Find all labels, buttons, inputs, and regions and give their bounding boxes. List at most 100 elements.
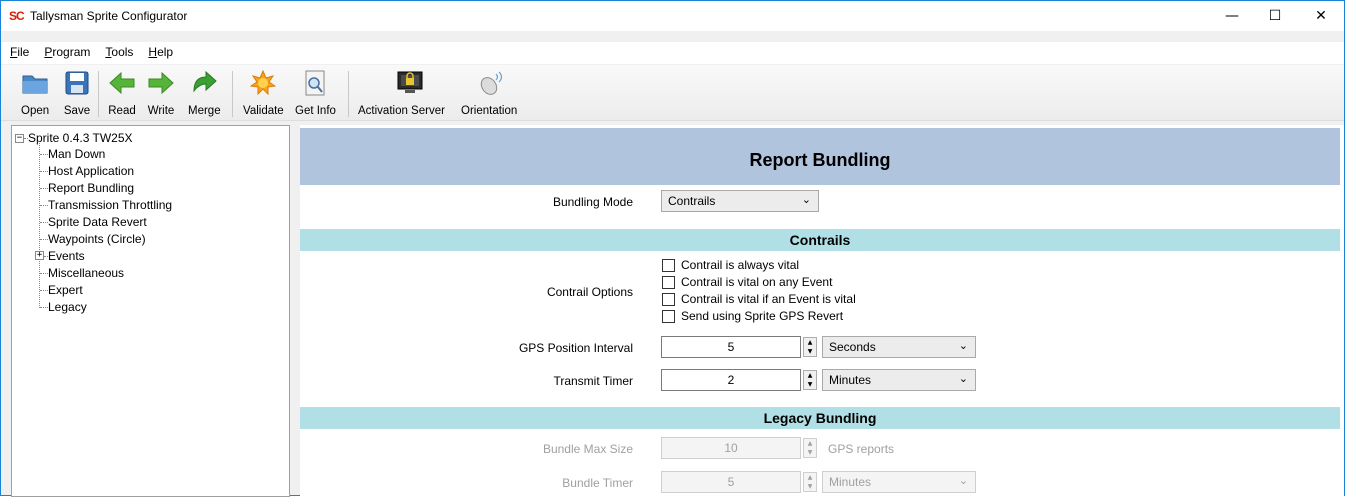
validate-label: Validate <box>243 105 284 117</box>
merge-button[interactable]: Merge <box>188 69 221 119</box>
title-bar[interactable]: SC Tallysman Sprite Configurator — ☐ ✕ <box>1 1 1344 31</box>
bundle-timer-stepper: ▲ ▼ <box>803 472 817 492</box>
read-button[interactable]: Read <box>108 69 136 119</box>
gps-interval-input[interactable]: 5 <box>661 336 801 358</box>
bundle-timer-input: 5 <box>661 471 801 493</box>
save-label: Save <box>63 105 91 117</box>
gps-interval-unit-select[interactable]: Seconds ⌄ <box>822 336 976 358</box>
validate-button[interactable]: Validate <box>243 69 284 119</box>
tree-item-sprite-data-revert[interactable]: Sprite Data Revert <box>48 215 147 229</box>
monitor-lock-icon <box>396 69 424 97</box>
arrow-right-icon <box>147 69 175 97</box>
option-sprite-gps-revert[interactable]: Send using Sprite GPS Revert <box>662 309 843 323</box>
window-title: Tallysman Sprite Configurator <box>30 9 188 23</box>
gps-interval-label: GPS Position Interval <box>518 341 633 355</box>
tree-connector <box>40 290 48 291</box>
navigation-tree[interactable]: − Sprite 0.4.3 TW25X Man Down Host Appli… <box>11 125 290 497</box>
menu-file[interactable]: File <box>1 42 35 64</box>
bundling-mode-value: Contrails <box>668 194 716 208</box>
bundling-mode-label: Bundling Mode <box>552 195 633 209</box>
arrow-left-icon <box>108 69 136 97</box>
maximize-button[interactable]: ☐ <box>1252 1 1298 31</box>
gps-interval-stepper[interactable]: ▲ ▼ <box>803 337 817 357</box>
get-info-button[interactable]: Get Info <box>295 69 336 119</box>
chevron-down-icon: ⌄ <box>958 372 968 385</box>
transmit-timer-stepper[interactable]: ▲ ▼ <box>803 370 817 390</box>
menu-help[interactable]: Help <box>139 42 179 64</box>
option-label: Contrail is always vital <box>681 258 800 272</box>
merge-arrow-icon <box>190 69 218 97</box>
toolbar: Open Save Read Write Merge Validate Get … <box>1 65 1344 121</box>
menu-tools[interactable]: Tools <box>96 42 139 64</box>
close-button[interactable]: ✕ <box>1298 1 1344 31</box>
bundle-max-size-unit: GPS reports <box>828 442 895 456</box>
page-header: Report Bundling <box>300 128 1340 185</box>
menu-program[interactable]: Program <box>35 42 96 64</box>
spin-down-icon[interactable]: ▼ <box>804 380 816 389</box>
bundle-timer-label: Bundle Timer <box>562 476 633 490</box>
tree-root-sprite[interactable]: Sprite 0.4.3 TW25X <box>28 131 133 145</box>
page-title: Report Bundling <box>749 150 891 170</box>
tree-item-legacy[interactable]: Legacy <box>48 300 87 314</box>
app-logo-icon: SC <box>9 9 25 23</box>
tree-connector <box>40 205 48 206</box>
open-button[interactable]: Open <box>21 69 49 119</box>
tree-item-transmission-throttling[interactable]: Transmission Throttling <box>48 198 172 212</box>
section-legacy-bundling: Legacy Bundling <box>300 407 1340 429</box>
transmit-timer-label: Transmit Timer <box>553 374 633 388</box>
app-window: SC Tallysman Sprite Configurator — ☐ ✕ F… <box>0 0 1345 497</box>
tree-item-events[interactable]: Events <box>48 249 85 263</box>
activation-server-button[interactable]: Activation Server <box>358 69 445 119</box>
folder-icon <box>21 69 49 97</box>
spin-down-icon[interactable]: ▼ <box>804 347 816 356</box>
bundle-timer-unit-select: Minutes ⌄ <box>822 471 976 493</box>
tree-connector <box>40 171 48 172</box>
write-label: Write <box>147 105 175 117</box>
write-button[interactable]: Write <box>147 69 175 119</box>
antenna-device-icon <box>475 69 503 97</box>
option-label: Send using Sprite GPS Revert <box>681 309 844 323</box>
minimize-button[interactable]: — <box>1209 1 1255 31</box>
chevron-down-icon: ⌄ <box>801 193 811 206</box>
toolbar-separator <box>232 71 233 117</box>
option-vital-any-event[interactable]: Contrail is vital on any Event <box>662 275 832 289</box>
settings-panel: Report Bundling Bundling Mode Contrails … <box>300 125 1344 497</box>
tree-connector <box>40 154 48 155</box>
transmit-timer-input[interactable]: 2 <box>661 369 801 391</box>
collapse-icon[interactable]: − <box>15 134 24 143</box>
sun-icon <box>249 69 277 97</box>
spin-up-icon[interactable]: ▲ <box>804 338 816 347</box>
bundle-timer-unit-value: Minutes <box>829 475 872 489</box>
tree-item-report-bundling[interactable]: Report Bundling <box>48 181 134 195</box>
tree-connector <box>40 239 48 240</box>
contrail-options-label: Contrail Options <box>546 285 633 299</box>
expand-icon[interactable]: + <box>35 251 44 260</box>
chevron-down-icon: ⌄ <box>958 339 968 352</box>
checkbox-icon[interactable] <box>662 275 675 289</box>
bundle-max-size-stepper: ▲ ▼ <box>803 438 817 458</box>
option-always-vital[interactable]: Contrail is always vital <box>662 258 799 272</box>
read-label: Read <box>108 105 136 117</box>
transmit-timer-unit-select[interactable]: Minutes ⌄ <box>822 369 976 391</box>
tree-item-miscellaneous[interactable]: Miscellaneous <box>48 266 124 280</box>
option-label: Contrail is vital on any Event <box>681 275 833 289</box>
checkbox-icon[interactable] <box>662 258 675 272</box>
tree-item-waypoints[interactable]: Waypoints (Circle) <box>48 232 146 246</box>
save-button[interactable]: Save <box>63 69 91 119</box>
document-magnifier-icon <box>301 69 329 97</box>
tree-item-host-application[interactable]: Host Application <box>48 164 134 178</box>
tree-item-expert[interactable]: Expert <box>48 283 83 297</box>
spin-up-icon[interactable]: ▲ <box>804 371 816 380</box>
checkbox-icon[interactable] <box>662 292 675 306</box>
bundle-max-size-input: 10 <box>661 437 801 459</box>
tree-item-man-down[interactable]: Man Down <box>48 147 105 161</box>
orientation-button[interactable]: Orientation <box>461 69 517 119</box>
checkbox-icon[interactable] <box>662 309 675 323</box>
tree-connector <box>40 222 48 223</box>
spin-up-icon: ▲ <box>807 474 813 481</box>
bundling-mode-select[interactable]: Contrails ⌄ <box>661 190 819 212</box>
bundle-max-size-label: Bundle Max Size <box>542 442 633 456</box>
spin-down-icon: ▼ <box>807 483 813 490</box>
orientation-label: Orientation <box>461 105 518 117</box>
option-vital-if-event-vital[interactable]: Contrail is vital if an Event is vital <box>662 292 856 306</box>
